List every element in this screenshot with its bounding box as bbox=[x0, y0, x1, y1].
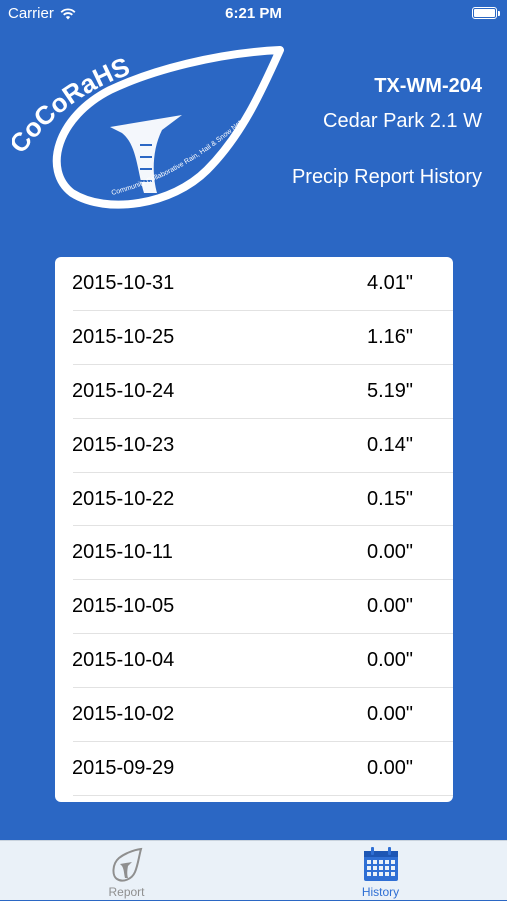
precip-amount: 0.00" bbox=[366, 703, 413, 726]
report-date: 2015-10-25 bbox=[72, 325, 175, 348]
report-history-title: Precip Report History bbox=[291, 166, 482, 188]
tab-bar: Report History bbox=[0, 840, 507, 900]
report-date: 2015-10-05 bbox=[72, 595, 175, 618]
list-item[interactable]: 2015-10-23 0.14" bbox=[55, 419, 453, 473]
precip-amount: 1.16" bbox=[366, 325, 413, 348]
calendar-icon bbox=[364, 847, 398, 881]
cocorahs-logo: CoCoRaHS Community Collaborative Rain, H… bbox=[12, 46, 284, 209]
precip-amount: 0.00" bbox=[366, 649, 413, 672]
report-date: 2015-10-22 bbox=[72, 487, 175, 510]
status-time: 6:21 PM bbox=[225, 5, 282, 22]
station-id: TX-WM-204 bbox=[374, 75, 482, 97]
station-name: Cedar Park 2.1 W bbox=[323, 110, 482, 132]
report-date: 2015-10-24 bbox=[72, 379, 175, 402]
status-bar: Carrier 6:21 PM bbox=[0, 0, 507, 28]
list-item[interactable]: 2015-10-22 0.15" bbox=[55, 473, 453, 527]
list-item[interactable]: 2015-10-31 4.01" bbox=[55, 257, 453, 311]
report-date: 2015-10-04 bbox=[72, 649, 175, 672]
precip-amount: 0.00" bbox=[366, 595, 413, 618]
tab-report[interactable]: Report bbox=[0, 841, 253, 901]
report-date: 2015-09-29 bbox=[72, 757, 175, 780]
raindrop-gauge-icon bbox=[112, 847, 143, 882]
list-item[interactable]: 2015-09-29 0.00" bbox=[55, 742, 453, 796]
battery-icon bbox=[472, 7, 500, 19]
precip-amount: 5.19" bbox=[366, 379, 413, 402]
report-history-list[interactable]: 2015-10-31 4.01" 2015-10-25 1.16" 2015-1… bbox=[55, 257, 453, 802]
list-item[interactable]: 2015-10-11 0.00" bbox=[55, 526, 453, 581]
tab-history-label: History bbox=[361, 885, 400, 899]
list-item[interactable]: 2015-10-02 0.00" bbox=[55, 688, 453, 742]
report-date: 2015-10-11 bbox=[72, 541, 173, 564]
report-date: 2015-10-02 bbox=[72, 703, 175, 726]
list-item[interactable]: 2015-10-04 0.00" bbox=[55, 634, 453, 689]
list-item[interactable]: 2015-10-25 1.16" bbox=[55, 311, 453, 365]
tab-report-label: Report bbox=[108, 885, 145, 899]
svg-text:CoCoRaHS: CoCoRaHS bbox=[12, 51, 134, 158]
list-item[interactable]: 2015-10-24 5.19" bbox=[55, 365, 453, 419]
precip-amount: 4.01" bbox=[366, 272, 413, 294]
precip-amount: 0.14" bbox=[366, 433, 413, 456]
report-date: 2015-10-31 bbox=[72, 272, 175, 294]
precip-amount: 0.00" bbox=[366, 757, 413, 780]
precip-amount: 0.00" bbox=[366, 541, 413, 564]
precip-amount: 0.15" bbox=[366, 487, 413, 510]
tab-history[interactable]: History bbox=[254, 841, 507, 901]
report-date: 2015-10-23 bbox=[72, 433, 175, 456]
list-item[interactable]: 2015-10-05 0.00" bbox=[55, 580, 453, 635]
logo-text: CoCoRaHS bbox=[12, 51, 134, 158]
